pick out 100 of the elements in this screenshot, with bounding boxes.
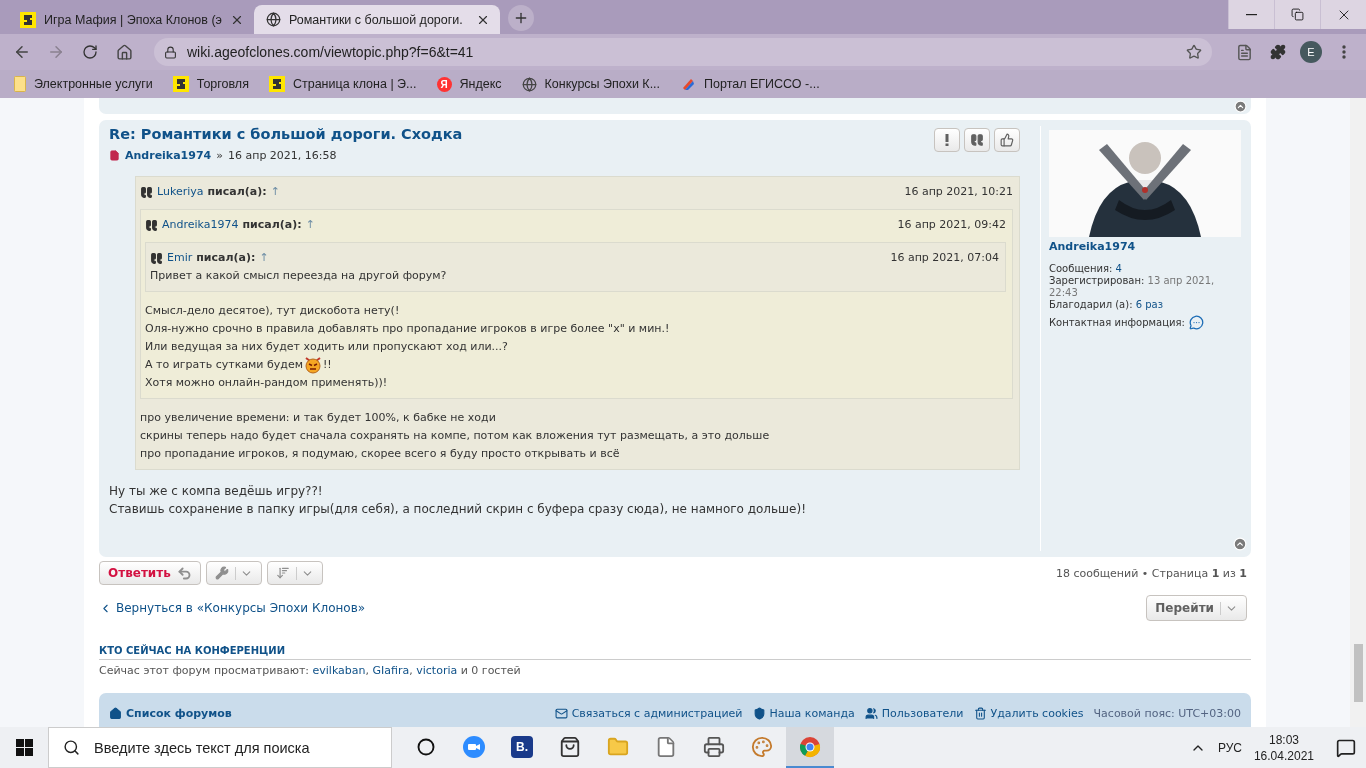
back-to-top-icon[interactable] bbox=[1233, 537, 1247, 551]
quote-date: 16 апр 2021, 09:42 bbox=[897, 217, 1006, 233]
post-icon bbox=[109, 150, 120, 161]
portal-icon bbox=[680, 76, 697, 92]
quote-text-line: про пропадание игроков, я подумаю, скорее всего я буду просто открывать и всё bbox=[140, 446, 620, 462]
reply-arrow-icon bbox=[176, 565, 192, 581]
bookmark-link[interactable]: Конкурсы Эпохи К... bbox=[544, 77, 661, 91]
puzzle-icon bbox=[1270, 44, 1286, 60]
author-link[interactable]: Andreika1974 bbox=[125, 149, 212, 162]
user-link[interactable]: victoria bbox=[416, 664, 458, 677]
quote-author-link[interactable]: Emir bbox=[167, 249, 193, 267]
browser-tab[interactable]: Романтики с большой дороги. bbox=[254, 5, 500, 34]
sort-icon bbox=[275, 566, 290, 580]
quote-icon bbox=[140, 185, 153, 199]
online-heading: КТО СЕЙЧАС НА КОНФЕРЕНЦИИ bbox=[99, 645, 1251, 660]
quote-date: 16 апр 2021, 07:04 bbox=[890, 250, 999, 266]
post-title[interactable]: Re: Романтики с большой дороги. Сходка bbox=[109, 126, 463, 142]
shield-icon bbox=[752, 706, 766, 720]
users-icon bbox=[864, 706, 878, 720]
quote-said-label: писал(а): bbox=[242, 217, 302, 233]
exclamation-icon bbox=[945, 134, 949, 146]
stat-link[interactable]: 4 bbox=[1115, 263, 1122, 274]
search-icon bbox=[63, 739, 80, 756]
browser-tab[interactable]: Игра Мафия | Эпоха Клонов (э bbox=[8, 5, 254, 34]
app-logo: B. bbox=[511, 735, 533, 758]
forum-index-link[interactable]: Список форумов bbox=[109, 706, 232, 720]
clock[interactable]: 18:03 16.04.2021 bbox=[1253, 731, 1314, 764]
chat-icon[interactable] bbox=[1188, 315, 1204, 330]
new-tab-button[interactable] bbox=[508, 5, 534, 31]
stat-text: Зарегистрирован: 13 апр 2021, 22:43 bbox=[1049, 275, 1216, 299]
home-icon bbox=[115, 43, 133, 61]
chrome-icon bbox=[799, 735, 821, 758]
restore-button[interactable] bbox=[1274, 0, 1320, 29]
post-date: 16 апр 2021, 16:58 bbox=[227, 149, 337, 162]
bookmark-link[interactable]: Яндекс bbox=[459, 77, 502, 91]
profile-avatar[interactable]: E bbox=[1300, 41, 1322, 63]
reload-icon bbox=[82, 44, 98, 60]
stat-label: Благодарил (а): bbox=[1049, 299, 1134, 310]
quote-text-line: А то играть сутками будем bbox=[145, 357, 303, 373]
logo-icon bbox=[172, 76, 189, 92]
back-link[interactable]: Вернуться в «Конкурсы Эпохи Клонов» bbox=[99, 601, 366, 615]
devil-smiley-icon bbox=[303, 356, 322, 374]
address-bar[interactable]: wiki.ageofclones.com/viewtopic.php?f=6&t=41 bbox=[154, 38, 1212, 66]
quote-text-line: Привет а какой смысл переезда на другой форум? bbox=[150, 268, 447, 284]
stat-label: Сообщения: bbox=[1049, 263, 1114, 274]
quote-icon bbox=[145, 218, 158, 232]
folder-icon bbox=[607, 735, 629, 758]
footer-link[interactable]: Пользователи bbox=[881, 706, 964, 720]
minimize-icon bbox=[1246, 13, 1257, 16]
printer-icon bbox=[703, 735, 725, 758]
wrench-icon bbox=[214, 566, 229, 580]
bookmark-link[interactable]: Портал ЕГИССО -... bbox=[704, 77, 820, 91]
quote-said-label: писал(а): bbox=[207, 184, 267, 200]
quote-author-link[interactable]: Andreika1974 bbox=[162, 216, 239, 234]
quote-author-link[interactable]: Lukeriya bbox=[157, 183, 204, 201]
menu-icon bbox=[1342, 45, 1346, 59]
thumbs-up-icon bbox=[1000, 133, 1014, 147]
logo-icon bbox=[20, 11, 36, 28]
jump-button[interactable]: Перейти bbox=[1146, 595, 1247, 621]
post-text-line: Ставишь сохранение в папку игры(для себя), а последний скрин с буфера сразу сюда), не намного дольше)! bbox=[109, 501, 807, 518]
quote-icon bbox=[150, 251, 163, 265]
quote-text-line: Хотя можно онлайн-рандом применять))! bbox=[145, 375, 388, 391]
mail-icon bbox=[554, 706, 568, 720]
profile-username[interactable]: Andreika1974 bbox=[1049, 241, 1242, 253]
post-separator: » bbox=[216, 149, 223, 162]
cortana-icon bbox=[417, 737, 435, 756]
forward-arrow-icon bbox=[47, 43, 65, 61]
back-to-top-icon[interactable] bbox=[1234, 99, 1247, 113]
quote-text-line: скрины теперь надо будет сначала сохранять на компе, потом как вложения тут размещать, а это дольше bbox=[140, 428, 770, 444]
quote-text-line: Оля-нужно срочно в правила добавлять про пропадание игроков в игре более "х" и мин.! bbox=[145, 321, 670, 337]
online-text: Сейчас этот форум просматривают: evilkaban, GIafira, victoria и 0 гостей bbox=[99, 664, 522, 677]
star-icon[interactable] bbox=[1186, 44, 1202, 60]
footer-link[interactable]: Удалить cookies bbox=[990, 706, 1084, 720]
bookmark-link[interactable]: Электронные услуги bbox=[34, 77, 153, 91]
tools-button[interactable] bbox=[205, 561, 262, 585]
stat-link[interactable]: 6 раз bbox=[1135, 299, 1164, 310]
notification-icon[interactable] bbox=[1336, 737, 1356, 758]
bookmark-link[interactable]: Торговля bbox=[196, 77, 249, 91]
quote-icon bbox=[970, 133, 984, 147]
footer-link[interactable]: Наша команда bbox=[769, 706, 855, 720]
post-text-line: Ну ты же с компа ведёшь игру??! bbox=[109, 483, 324, 500]
like-button[interactable] bbox=[994, 128, 1020, 152]
user-link[interactable]: evilkaban bbox=[312, 664, 366, 677]
taskbar-search-field[interactable]: Введите здесь текст для поиска bbox=[48, 727, 392, 768]
yandex-logo: Я bbox=[436, 76, 452, 92]
lock-icon bbox=[164, 45, 177, 59]
quote-button[interactable] bbox=[964, 128, 990, 152]
reply-button[interactable]: Ответить bbox=[99, 561, 201, 585]
folder-icon bbox=[14, 76, 26, 92]
taskbar-app-button[interactable]: B. bbox=[498, 727, 546, 768]
language-indicator[interactable]: РУС bbox=[1217, 740, 1242, 755]
pagination-text: 18 сообщений • Страница 1 из 1 bbox=[1055, 566, 1248, 580]
quote-said-label: писал(а): bbox=[196, 250, 256, 266]
timezone-text: Часовой пояс: UTC+03:00 bbox=[1093, 706, 1241, 720]
footer-link[interactable]: Связаться с администрацией bbox=[571, 706, 743, 720]
tab-title: Романтики с большой дороги. bbox=[289, 12, 463, 27]
quote-text-line: !! bbox=[322, 357, 332, 373]
bookmark-link[interactable]: Страница клона | Э... bbox=[292, 77, 417, 91]
report-button[interactable] bbox=[934, 128, 960, 152]
scrollbar[interactable] bbox=[1350, 98, 1366, 727]
